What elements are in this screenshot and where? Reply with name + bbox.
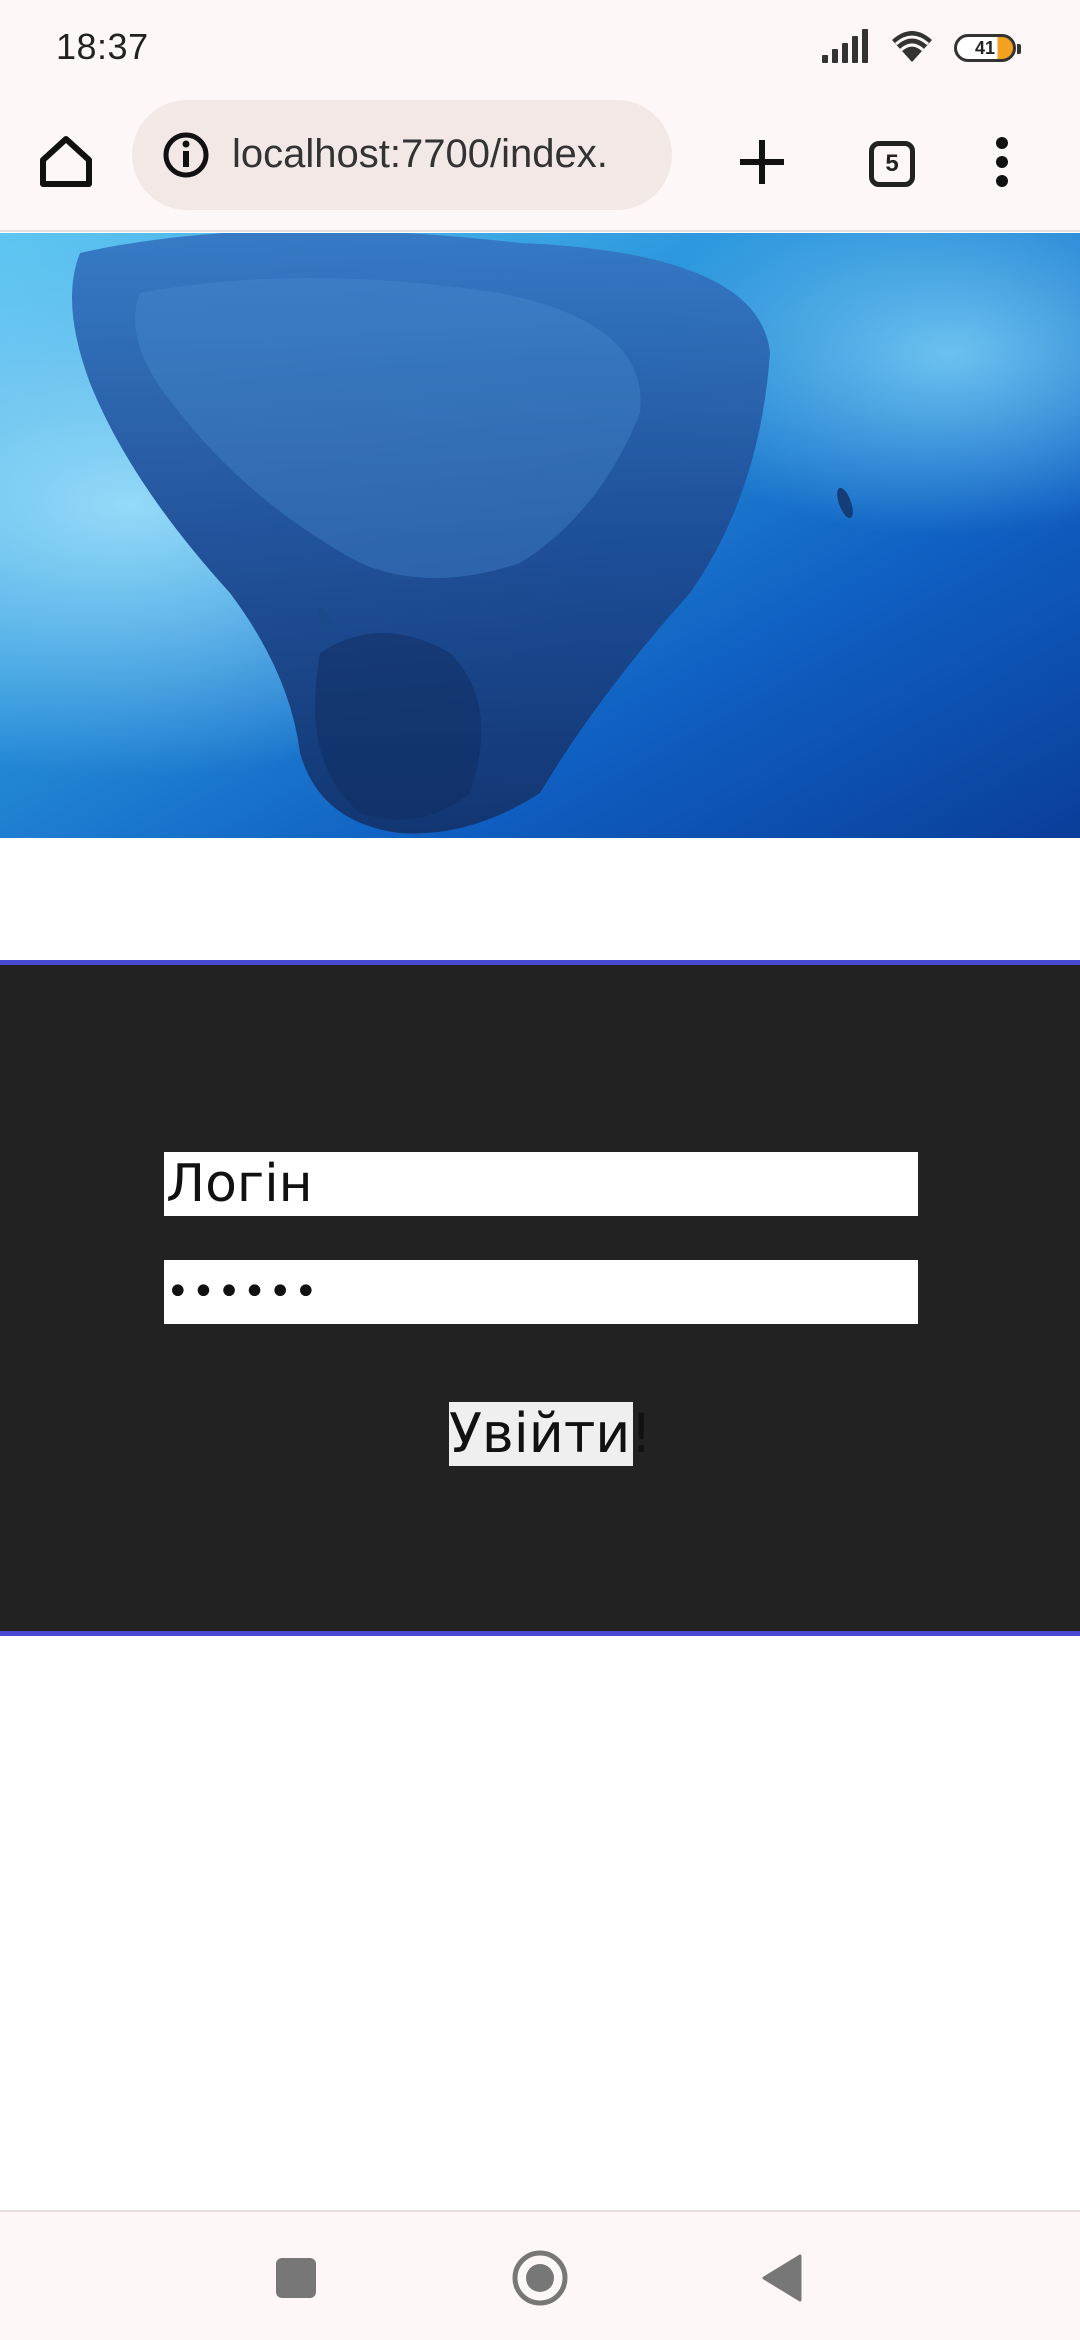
- password-input[interactable]: ••••••: [164, 1260, 918, 1324]
- more-menu-button[interactable]: [962, 124, 1042, 204]
- address-bar[interactable]: localhost:7700/index.: [132, 100, 672, 210]
- home-icon: [37, 134, 95, 195]
- login-button[interactable]: Увійти!: [449, 1402, 652, 1466]
- battery-level: 41: [974, 37, 996, 58]
- hero-image: [0, 233, 1080, 838]
- status-icons: 41: [822, 26, 1021, 70]
- site-info-icon[interactable]: [162, 131, 210, 179]
- new-tab-icon: [737, 137, 787, 192]
- tab-count: 5: [885, 150, 899, 177]
- recents-icon: [275, 2257, 317, 2304]
- tab-switcher-button[interactable]: 5: [852, 124, 932, 204]
- system-nav-bar: [0, 2210, 1080, 2340]
- back-icon: [760, 2253, 804, 2308]
- wifi-icon: [888, 28, 936, 69]
- new-tab-button[interactable]: [722, 124, 802, 204]
- battery-icon: 41: [954, 34, 1021, 62]
- more-menu-icon: [995, 136, 1009, 193]
- tab-switcher-icon: 5: [869, 141, 915, 187]
- login-input[interactable]: Логін: [164, 1152, 918, 1216]
- back-button[interactable]: [742, 2240, 822, 2320]
- login-section: Логін •••••• Увійти!: [0, 960, 1080, 1636]
- home-circle-icon: [511, 2249, 569, 2312]
- url-text[interactable]: localhost:7700/index.: [232, 132, 662, 182]
- status-bar: 18:37 41: [0, 0, 1080, 96]
- status-time: 18:37: [56, 26, 149, 67]
- signal-icon: [822, 28, 870, 68]
- system-home-button[interactable]: [500, 2240, 580, 2320]
- recents-button[interactable]: [256, 2240, 336, 2320]
- home-button[interactable]: [26, 124, 106, 204]
- fish-school-image: [0, 233, 1080, 838]
